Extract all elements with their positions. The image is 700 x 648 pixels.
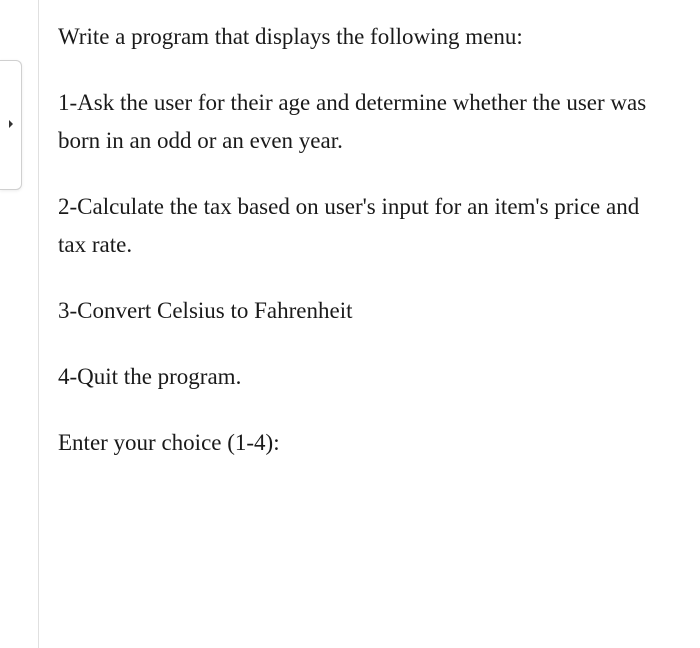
expand-sidebar-tab[interactable] <box>0 60 22 190</box>
paragraph-option-3: 3-Convert Celsius to Fahrenheit <box>58 292 670 330</box>
chevron-right-icon <box>6 116 16 134</box>
paragraph-prompt: Enter your choice (1-4): <box>58 424 670 462</box>
paragraph-intro: Write a program that displays the follow… <box>58 18 670 56</box>
paragraph-option-2: 2-Calculate the tax based on user's inpu… <box>58 188 670 264</box>
document-content: Write a program that displays the follow… <box>58 18 670 490</box>
paragraph-option-1: 1-Ask the user for their age and determi… <box>58 84 670 160</box>
vertical-divider <box>38 0 39 648</box>
paragraph-option-4: 4-Quit the program. <box>58 358 670 396</box>
